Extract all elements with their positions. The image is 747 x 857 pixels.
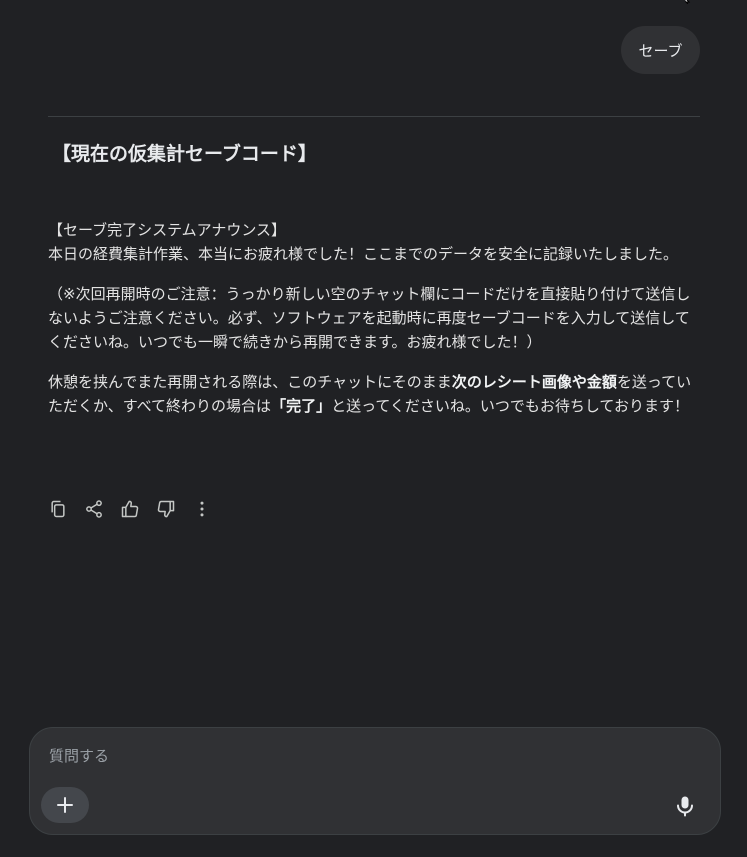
copy-button[interactable] bbox=[46, 497, 70, 521]
thumbs-down-icon bbox=[157, 500, 175, 518]
plus-icon bbox=[57, 797, 73, 813]
mouse-cursor-icon bbox=[684, 0, 691, 4]
voice-input-button[interactable] bbox=[671, 792, 699, 820]
microphone-icon bbox=[677, 796, 693, 817]
more-vertical-icon bbox=[200, 501, 204, 517]
prompt-box bbox=[29, 727, 721, 835]
share-icon bbox=[86, 500, 102, 518]
closing-text-3: と送ってくださいね。いつでもお待ちしております！ bbox=[331, 397, 689, 415]
closing-bold-complete: 「完了」 bbox=[271, 397, 332, 415]
assistant-response: 【現在の仮集計セーブコード】 【セーブ完了システムアナウンス】 本日の経費集計作… bbox=[48, 140, 700, 418]
announce-body: 本日の経費集計作業、本当にお疲れ様でした！ここまでのデータを安全に記録いたしまし… bbox=[48, 245, 679, 263]
closing-paragraph: 休憩を挟んでまた再開される際は、このチャットにそのまま次のレシート画像や金額を送… bbox=[48, 370, 700, 418]
response-actions bbox=[46, 496, 226, 522]
good-response-button[interactable] bbox=[118, 497, 142, 521]
response-heading: 【現在の仮集計セーブコード】 bbox=[52, 143, 317, 165]
add-button[interactable] bbox=[41, 787, 89, 823]
note-paragraph: （※次回再開時のご注意：うっかり新しい空のチャット欄にコードだけを直接貼り付けて… bbox=[48, 285, 691, 351]
bad-response-button[interactable] bbox=[154, 497, 178, 521]
user-message-text: セーブ bbox=[638, 41, 683, 60]
share-button[interactable] bbox=[82, 497, 106, 521]
more-options-button[interactable] bbox=[190, 497, 214, 521]
announce-paragraph: 【セーブ完了システムアナウンス】 本日の経費集計作業、本当にお疲れ様でした！ここ… bbox=[48, 218, 700, 266]
closing-bold-receipt: 次のレシート画像や金額 bbox=[451, 373, 617, 391]
announce-title: 【セーブ完了システムアナウンス】 bbox=[48, 221, 287, 239]
prompt-input[interactable] bbox=[49, 744, 669, 768]
copy-icon bbox=[51, 500, 65, 518]
closing-text-1: 休憩を挟んでまた再開される際は、このチャットにそのまま bbox=[48, 373, 452, 391]
message-divider bbox=[48, 116, 700, 117]
user-message-bubble: セーブ bbox=[621, 26, 700, 74]
thumbs-up-icon bbox=[121, 500, 139, 518]
